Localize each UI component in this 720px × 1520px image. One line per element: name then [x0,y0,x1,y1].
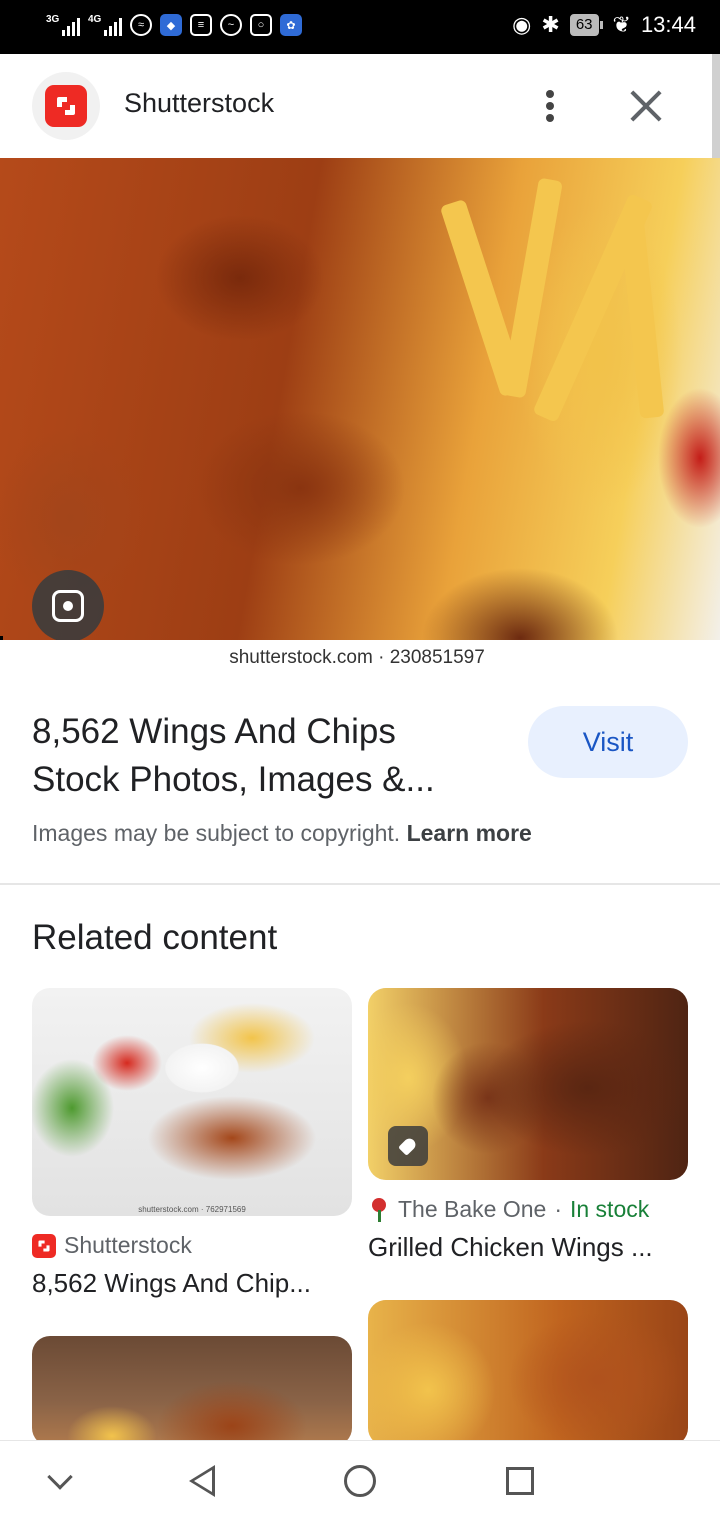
stock-status: In stock [569,1196,650,1222]
wifi-icon: ≈ [130,14,152,36]
battery-icon: 63 [569,14,603,36]
home-icon[interactable] [338,1461,382,1501]
network-type: 3G [46,14,60,25]
signal-icon: 3G [46,14,80,36]
result-title[interactable]: 8,562 Wings And Chips Stock Photos, Imag… [32,708,492,804]
more-vert-icon[interactable] [534,84,566,128]
related-image-3[interactable] [32,1336,352,1446]
copyright-text: Images may be subject to copyright. [32,820,401,846]
related-image-1[interactable]: shutterstock.com · 762971569 [32,988,352,1216]
related-caption-1[interactable]: 8,562 Wings And Chip... [32,1268,311,1299]
copyright-notice: Images may be subject to copyright. Lear… [32,820,532,847]
related-source-1: Shutterstock [32,1232,192,1259]
rose-icon [368,1197,390,1222]
network-type-2: 4G [88,14,102,25]
separator: · [554,1196,562,1222]
image-watermark: shutterstock.com · 230851597 [0,640,720,680]
learn-more-link[interactable]: Learn more [407,820,532,846]
related-source-name: Shutterstock [64,1232,192,1258]
bluetooth-icon: ✱ [541,12,560,37]
lens-search-icon[interactable] [32,570,104,642]
instagram-icon: ○ [250,14,272,36]
divider [0,883,720,885]
site-name[interactable]: Shutterstock [124,88,274,119]
preview-image[interactable] [0,158,720,640]
visit-button[interactable]: Visit [528,706,688,778]
battery-level: 63 [569,14,599,36]
news-icon: ≡ [190,14,212,36]
related-source-2: The Bake One · In stock [368,1196,649,1223]
status-bar: 3G 4G ≈ ◆ ≡ ~ ○ ✿ ◉ ✱ 63 ❦ 13:44 [0,0,720,54]
clock: 13:44 [640,12,696,37]
source-header: Shutterstock [0,54,720,158]
related-source-name: The Bake One [398,1196,547,1222]
app-icon: ✿ [280,14,302,36]
related-image-4[interactable] [368,1300,688,1446]
shutterstock-logo-icon [45,85,87,127]
shield-icon: ◆ [160,14,182,36]
status-right: ◉ ✱ 63 ❦ 13:44 [512,12,696,38]
signal-icon-2: 4G [88,14,122,36]
site-logo[interactable] [32,72,100,140]
related-heading: Related content [32,918,278,957]
back-icon[interactable] [180,1461,224,1501]
system-nav-bar [0,1440,720,1520]
status-left: 3G 4G ≈ ◆ ≡ ~ ○ ✿ [46,14,302,36]
image-watermark-text: shutterstock.com · 230851597 [229,647,485,668]
recents-icon[interactable] [498,1461,542,1501]
chevron-down-icon[interactable] [38,1461,82,1501]
price-tag-icon [388,1126,428,1166]
related-image-2[interactable] [368,988,688,1180]
related-caption-2[interactable]: Grilled Chicken Wings ... [368,1232,653,1263]
eye-icon: ◉ [512,12,532,37]
messenger-icon: ~ [220,14,242,36]
leaf-icon: ❦ [612,12,631,37]
close-icon[interactable] [624,84,668,128]
shutterstock-logo-icon [32,1233,56,1258]
related-watermark: shutterstock.com · 762971569 [138,1205,246,1214]
